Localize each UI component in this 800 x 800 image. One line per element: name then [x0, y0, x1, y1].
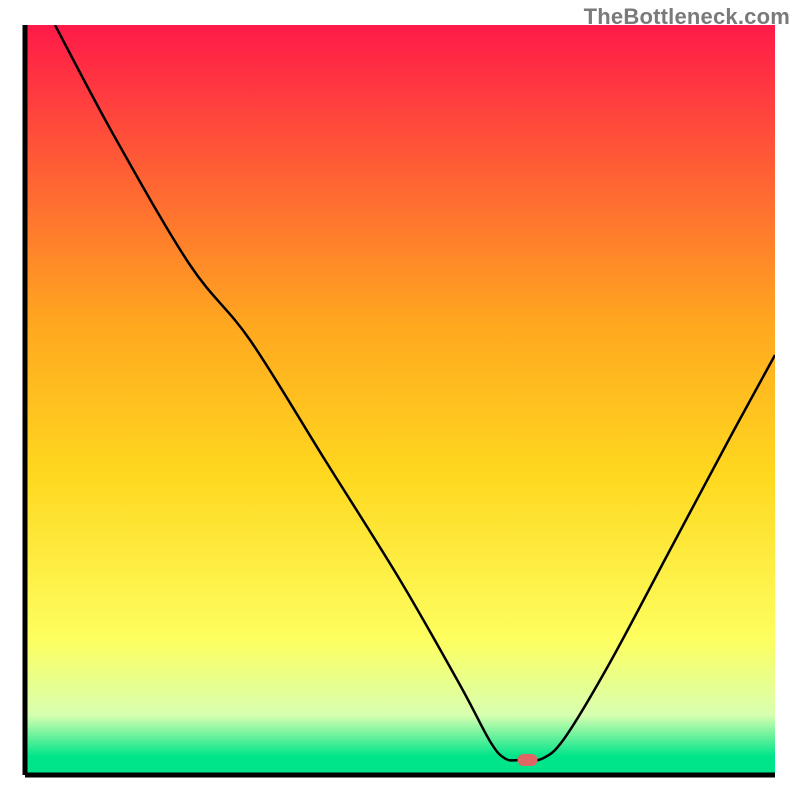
optimal-marker [518, 754, 538, 766]
gradient-background [25, 25, 775, 775]
watermark-text: TheBottleneck.com [584, 4, 790, 30]
bottleneck-chart: TheBottleneck.com [0, 0, 800, 800]
chart-svg [0, 0, 800, 800]
